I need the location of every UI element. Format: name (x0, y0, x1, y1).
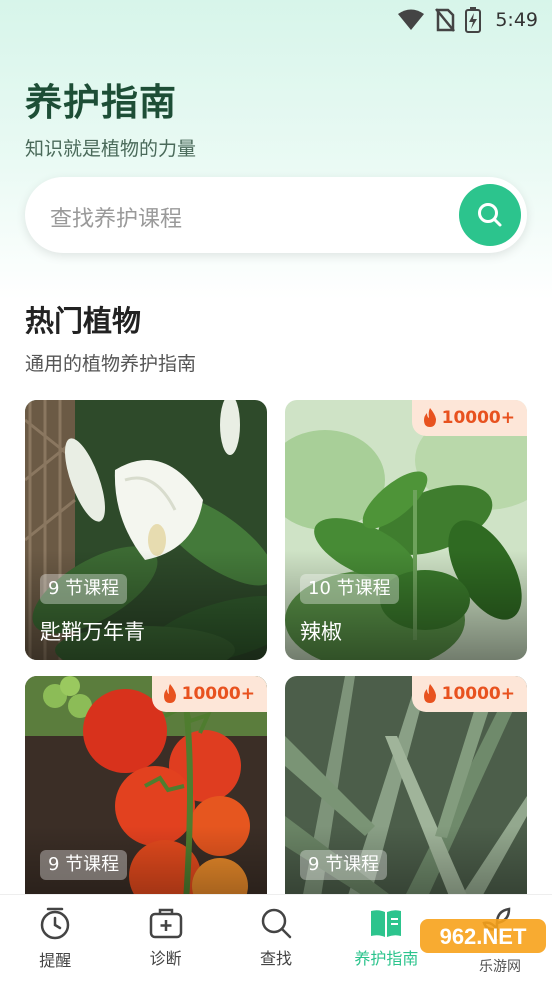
page-title: 养护指南 (25, 81, 177, 124)
fire-icon (423, 684, 436, 703)
wifi-icon (398, 9, 425, 30)
fire-icon (163, 684, 176, 703)
plant-name: 辣椒 (300, 620, 342, 644)
tab-label: 养护指南 (354, 949, 419, 968)
section-subtitle: 通用的植物养护指南 (25, 353, 197, 375)
book-icon (371, 910, 402, 937)
search-bar[interactable]: 查找养护课程 (25, 177, 527, 253)
tab-reminder[interactable]: 提醒 (0, 895, 110, 981)
fire-icon (423, 408, 436, 427)
popularity-count: 10000+ (441, 684, 515, 704)
svg-text:962.NET: 962.NET (440, 924, 527, 949)
plant-card[interactable]: 10000+ 10 节课程 辣椒 (285, 400, 527, 660)
search-icon (261, 908, 292, 939)
no-sim-icon (435, 8, 456, 32)
tab-label: 查找 (260, 949, 293, 968)
lesson-count-badge: 9 节课程 (40, 574, 128, 604)
lesson-count-badge: 9 节课程 (40, 850, 128, 880)
page-subtitle: 知识就是植物的力量 (25, 138, 197, 160)
battery-charging-icon (465, 7, 482, 33)
plant-name: 匙鞘万年青 (40, 620, 145, 644)
lesson-count-badge: 9 节课程 (300, 850, 388, 880)
section-title: 热门植物 (25, 304, 142, 338)
search-icon (478, 203, 502, 227)
page-header: 养护指南 知识就是植物的力量 (25, 72, 196, 161)
popularity-count: 10000+ (181, 684, 255, 704)
search-button[interactable] (459, 184, 521, 246)
popularity-badge: 10000+ (151, 676, 267, 712)
search-input[interactable]: 查找养护课程 (50, 201, 182, 233)
popularity-badge: 10000+ (411, 676, 527, 712)
status-time: 5:49 (495, 9, 538, 31)
tab-search[interactable]: 查找 (221, 895, 331, 981)
svg-text:乐游网: 乐游网 (479, 959, 521, 975)
site-watermark: 962.NET 乐游网 (420, 919, 546, 975)
tab-diagnosis[interactable]: 诊断 (110, 895, 220, 981)
medical-kit-icon (149, 908, 182, 939)
clock-icon (40, 907, 70, 940)
tab-label: 提醒 (39, 951, 72, 970)
tab-label: 诊断 (149, 949, 182, 968)
lesson-count-badge: 10 节课程 (300, 574, 399, 604)
popularity-count: 10000+ (441, 408, 515, 428)
plant-card[interactable]: 9 节课程 匙鞘万年青 (25, 400, 267, 660)
popularity-badge: 10000+ (411, 400, 527, 436)
status-bar: 5:49 (0, 0, 552, 40)
